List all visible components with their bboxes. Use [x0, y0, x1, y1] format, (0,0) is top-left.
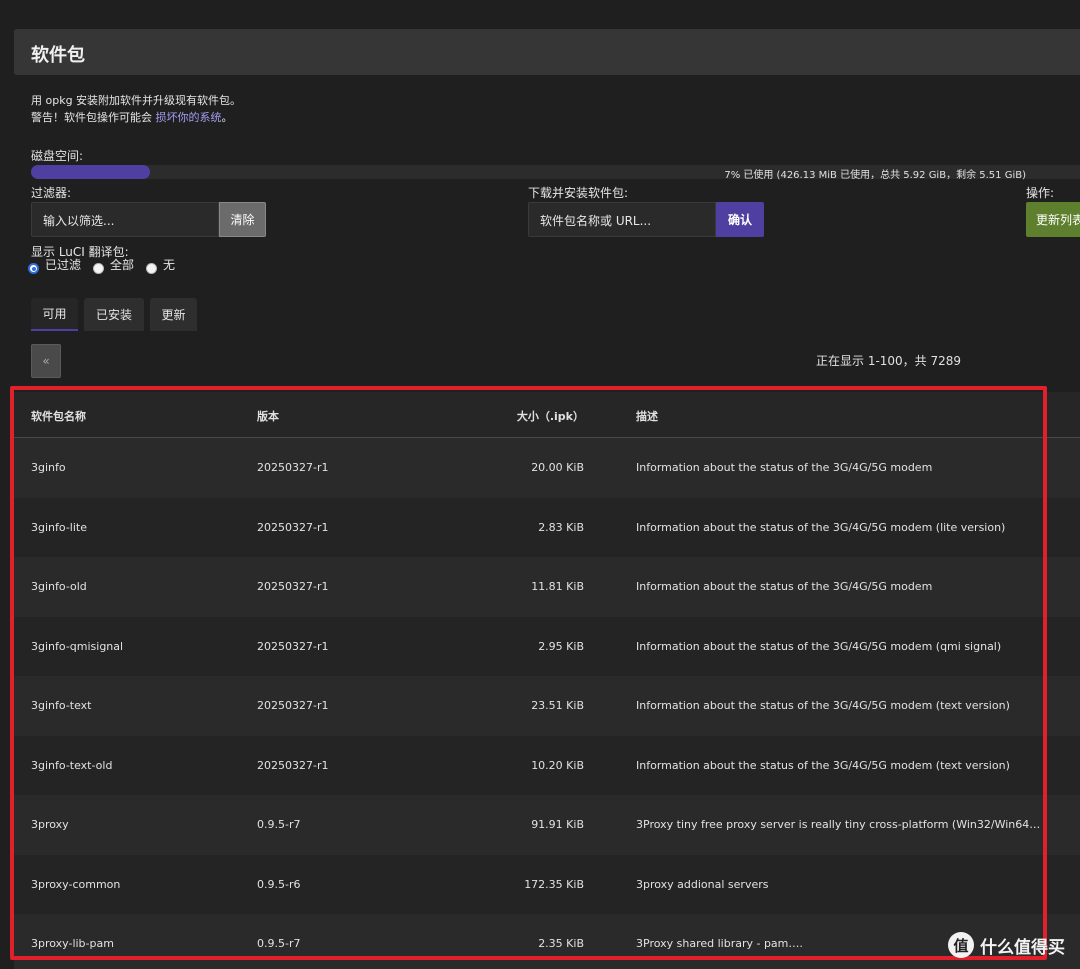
col-header-version[interactable]: 版本: [257, 408, 279, 424]
table-body: 3ginfo 20250327-r1 20.00 KiB Information ab…: [14, 438, 1080, 969]
table-row: 3proxy-lib-pam 0.9.5-r7 2.35 KiB 3Proxy sha…: [14, 914, 1080, 969]
col-header-size[interactable]: 大小（.ipk）: [434, 408, 584, 424]
package-size: 10.20 KiB: [531, 758, 584, 772]
table-row: 3proxy 0.9.5-r7 91.91 KiB 3Proxy tiny free …: [14, 795, 1080, 855]
watermark-logo-icon: 值: [948, 932, 974, 958]
filter-input[interactable]: 输入以筛选...: [31, 202, 219, 237]
package-version: 20250327-r1: [257, 699, 329, 712]
radio-all[interactable]: [93, 263, 105, 274]
package-size: 91.91 KiB: [531, 818, 584, 831]
package-description: Information about the status of the 3G/4…: [636, 699, 1010, 712]
package-description: 3Proxy tiny free proxy server is really …: [636, 818, 1046, 831]
watermark: 值 什么值得买: [948, 932, 1065, 958]
package-size: 2.83 KiB: [538, 520, 584, 534]
confirm-button[interactable]: 确认: [716, 202, 764, 237]
package-name: 3proxy: [31, 818, 69, 831]
package-size: 2.35 KiB: [538, 937, 584, 950]
table-row: 3ginfo-qmisignal 20250327-r1 2.95 KiB Infor…: [14, 616, 1080, 676]
package-size: 20.00 KiB: [531, 461, 584, 474]
package-description: Information about the status of the 3G/4…: [636, 639, 1002, 653]
clear-button[interactable]: 清除: [219, 202, 266, 237]
table-header: 软件包名称 版本 大小（.ipk） 描述: [14, 392, 1080, 438]
package-url-input[interactable]: 软件包名称或 URL...: [528, 202, 716, 237]
col-header-name[interactable]: 软件包名称: [31, 408, 86, 424]
col-header-description[interactable]: 描述: [636, 408, 658, 424]
intro-description: 用 opkg 安装附加软件并升级现有软件包。: [31, 94, 242, 107]
warning-link[interactable]: 损坏你的系统: [156, 111, 222, 124]
watermark-text: 什么值得买: [980, 937, 1065, 958]
page-title: 软件包: [31, 45, 85, 66]
table-row: 3ginfo-lite 20250327-r1 2.83 KiB Informatio…: [14, 497, 1080, 557]
package-description: Information about the status of the 3G/4…: [636, 758, 1010, 772]
disk-usage-fill: [31, 165, 150, 179]
pager-prev-button[interactable]: «: [31, 344, 61, 378]
warning-text: 警告！软件包操作可能会: [31, 111, 156, 124]
update-lists-button[interactable]: 更新列表: [1026, 202, 1080, 237]
package-description: Information about the status of the 3G/4…: [636, 520, 1006, 534]
table-row: 3proxy-common 0.9.5-r6 172.35 KiB 3proxy ad…: [14, 854, 1080, 914]
table-row: 3ginfo 20250327-r1 20.00 KiB Information ab…: [14, 438, 1080, 498]
radio-all-label: 全部: [110, 258, 135, 272]
package-name: 3ginfo-old: [31, 580, 87, 593]
tab-available[interactable]: 可用: [31, 298, 78, 331]
radio-filtered[interactable]: [28, 263, 39, 274]
disk-usage-text: 7% 已使用 (426.13 MiB 已使用，总共 5.92 GiB，剩余 5.…: [724, 170, 1026, 181]
pager-info: 正在显示 1-100，共 7289: [816, 354, 962, 368]
radio-none[interactable]: [146, 263, 158, 274]
package-name: 3proxy-lib-pam: [31, 937, 114, 950]
package-version: 0.9.5-r7: [257, 937, 301, 950]
page-header: 软件包: [14, 29, 1080, 75]
warning-suffix: 。: [221, 111, 233, 124]
package-size: 172.35 KiB: [524, 877, 584, 891]
package-name: 3ginfo: [31, 461, 66, 474]
actions-label: 操作:: [1026, 186, 1055, 200]
package-name: 3ginfo-qmisignal: [31, 639, 124, 653]
package-version: 20250327-r1: [257, 520, 329, 534]
package-name: 3ginfo-text: [31, 699, 92, 712]
package-name: 3ginfo-lite: [31, 520, 87, 534]
package-size: 11.81 KiB: [531, 580, 584, 593]
package-description: Information about the status of the 3G/4…: [636, 461, 933, 474]
table-row: 3ginfo-text-old 20250327-r1 10.20 KiB Infor…: [14, 735, 1080, 795]
package-version: 0.9.5-r6: [257, 877, 301, 891]
package-name: 3proxy-common: [31, 877, 121, 891]
package-version: 20250327-r1: [257, 639, 329, 653]
package-name: 3ginfo-text-old: [31, 758, 113, 772]
package-description: Information about the status of the 3G/4…: [636, 580, 933, 593]
radio-filtered-label: 已过滤: [45, 258, 82, 272]
disk-space-label: 磁盘空间:: [31, 149, 84, 163]
radio-none-label: 无: [163, 258, 176, 272]
package-description: 3proxy addional servers: [636, 877, 769, 891]
download-label: 下载并安装软件包:: [528, 186, 629, 200]
tab-installed[interactable]: 已安装: [84, 298, 144, 331]
package-size: 2.95 KiB: [538, 639, 584, 653]
intro-warning: 警告！软件包操作可能会 损坏你的系统。: [31, 109, 233, 125]
package-version: 20250327-r1: [257, 758, 329, 772]
table-row: 3ginfo-old 20250327-r1 11.81 KiB Informatio…: [14, 557, 1080, 617]
filter-label: 过滤器:: [31, 186, 72, 200]
translations-radio-group: 已过滤 全部 无: [28, 258, 175, 277]
package-version: 20250327-r1: [257, 461, 329, 474]
table-row: 3ginfo-text 20250327-r1 23.51 KiB Informati…: [14, 676, 1080, 736]
package-version: 0.9.5-r7: [257, 818, 301, 831]
packages-table: 软件包名称 版本 大小（.ipk） 描述 3ginfo 20250327-r1 20…: [14, 392, 1080, 969]
tab-updates[interactable]: 更新: [150, 298, 197, 331]
package-size: 23.51 KiB: [531, 699, 584, 712]
package-version: 20250327-r1: [257, 580, 329, 593]
